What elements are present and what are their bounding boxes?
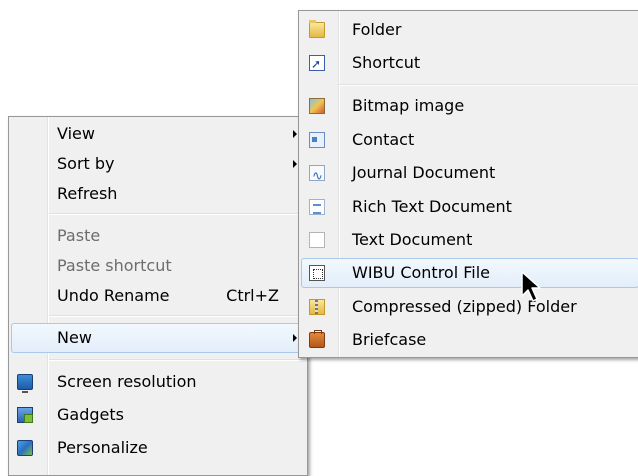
submenu-item-bitmap-image[interactable]: Bitmap image <box>301 91 638 121</box>
menu-item-label: Folder <box>352 20 402 39</box>
menu-item-label: View <box>57 124 95 143</box>
briefcase-icon <box>309 330 325 348</box>
personalize-icon <box>17 440 33 456</box>
submenu-arrow-icon <box>293 160 297 168</box>
journal-document-icon <box>309 162 325 192</box>
submenu-item-journal-document[interactable]: Journal Document <box>301 158 638 192</box>
folder-icon <box>309 20 325 38</box>
submenu-item-briefcase[interactable]: Briefcase <box>301 325 638 355</box>
menu-item-label: Briefcase <box>352 330 427 349</box>
zipped-folder-icon <box>309 299 325 315</box>
menu-item-label: Refresh <box>57 184 118 203</box>
submenu-item-compressed-zipped-folder[interactable]: Compressed (zipped) Folder <box>301 292 638 322</box>
submenu-item-contact[interactable]: Contact <box>301 125 638 155</box>
menu-item-label: Bitmap image <box>352 96 465 115</box>
submenu-item-folder[interactable]: Folder <box>301 15 638 45</box>
submenu-item-text-document[interactable]: Text Document <box>301 225 638 255</box>
menu-item-label: Paste shortcut <box>57 256 172 275</box>
menu-separator <box>49 213 305 215</box>
menu-item-paste: Paste <box>11 221 305 251</box>
menu-item-gadgets[interactable]: Gadgets <box>11 400 305 430</box>
text-document-icon <box>309 232 325 248</box>
wibu-control-file-icon <box>309 265 325 281</box>
menu-item-undo-rename[interactable]: Undo Rename Ctrl+Z <box>11 281 305 311</box>
menu-item-label: Gadgets <box>57 405 124 424</box>
menu-item-label: Personalize <box>57 438 148 457</box>
submenu-item-rich-text-document[interactable]: Rich Text Document <box>301 192 638 222</box>
menu-item-label: New <box>57 328 92 347</box>
menu-item-label: Sort by <box>57 154 115 173</box>
desktop-context-menu: View Sort by Refresh Paste Paste shortcu… <box>8 116 308 476</box>
menu-item-personalize[interactable]: Personalize <box>11 433 305 463</box>
menu-item-view[interactable]: View <box>11 119 305 149</box>
menu-item-shortcut: Ctrl+Z <box>226 286 279 305</box>
screen-resolution-icon <box>17 374 33 393</box>
menu-item-sort-by[interactable]: Sort by <box>11 149 305 179</box>
menu-item-label: Contact <box>352 130 415 149</box>
bitmap-image-icon <box>309 98 325 114</box>
shortcut-icon <box>309 49 325 79</box>
menu-item-label: Rich Text Document <box>352 197 512 216</box>
submenu-item-shortcut[interactable]: Shortcut <box>301 48 638 79</box>
submenu-item-wibu-control-file[interactable]: WIBU Control File <box>301 258 638 288</box>
gadgets-icon <box>17 407 33 423</box>
menu-item-new[interactable]: New <box>11 323 305 353</box>
menu-item-label: Shortcut <box>352 53 421 72</box>
mouse-pointer-icon <box>521 271 541 302</box>
new-submenu: Folder Shortcut Bitmap image Contact Jou… <box>298 10 638 358</box>
menu-item-screen-resolution[interactable]: Screen resolution <box>11 367 305 397</box>
submenu-arrow-icon <box>293 334 297 342</box>
menu-item-label: Paste <box>57 226 101 245</box>
menu-separator <box>339 84 638 86</box>
menu-item-label: Undo Rename <box>57 286 170 305</box>
menu-item-paste-shortcut: Paste shortcut <box>11 251 305 281</box>
menu-item-refresh[interactable]: Refresh <box>11 179 305 209</box>
contact-icon <box>309 132 325 148</box>
menu-separator <box>49 315 305 317</box>
menu-separator <box>49 359 305 361</box>
menu-item-label: Journal Document <box>352 163 496 182</box>
menu-item-label: Screen resolution <box>57 372 197 391</box>
menu-item-label: WIBU Control File <box>352 263 491 282</box>
rich-text-document-icon <box>309 199 325 215</box>
submenu-arrow-icon <box>293 130 297 138</box>
menu-item-label: Text Document <box>352 230 473 249</box>
